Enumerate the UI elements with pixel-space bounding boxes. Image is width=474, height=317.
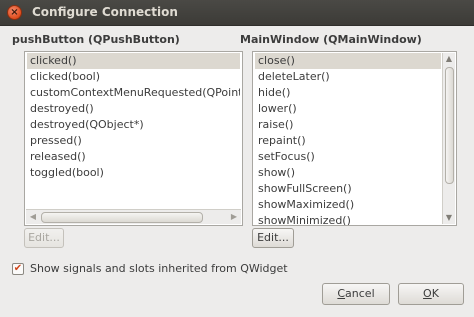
- arrow-left-icon[interactable]: ◀: [26, 210, 40, 224]
- signal-item[interactable]: clicked(bool): [27, 69, 240, 85]
- slots-list[interactable]: close() deleteLater() hide() lower() rai…: [252, 51, 457, 226]
- slot-item[interactable]: show(): [255, 165, 441, 181]
- slot-item[interactable]: deleteLater(): [255, 69, 441, 85]
- slot-item[interactable]: repaint(): [255, 133, 441, 149]
- scrollbar-thumb[interactable]: [445, 67, 454, 184]
- close-icon[interactable]: ×: [7, 5, 22, 20]
- signal-item[interactable]: released(): [27, 149, 240, 165]
- check-icon: ✔: [13, 263, 23, 274]
- signals-edit-button[interactable]: Edit...: [24, 228, 64, 248]
- signal-item[interactable]: pressed(): [27, 133, 240, 149]
- ok-button[interactable]: OK: [398, 283, 464, 305]
- slots-edit-button[interactable]: Edit...: [252, 228, 294, 248]
- slot-item[interactable]: showMaximized(): [255, 197, 441, 213]
- arrow-right-icon[interactable]: ▶: [227, 210, 241, 224]
- title-bar: × Configure Connection: [0, 0, 474, 26]
- slot-item[interactable]: showMinimized(): [255, 213, 441, 225]
- cancel-button[interactable]: Cancel: [322, 283, 390, 305]
- scrollbar-thumb[interactable]: [41, 212, 203, 223]
- cancel-mnemonic: C: [337, 287, 346, 300]
- arrow-up-icon[interactable]: ▲: [443, 53, 455, 65]
- cancel-label-rest: ancel: [345, 287, 375, 300]
- inherit-checkbox[interactable]: ✔: [12, 263, 24, 275]
- window-title: Configure Connection: [32, 5, 178, 19]
- slots-header: MainWindow (QMainWindow): [240, 33, 422, 46]
- ok-label-rest: K: [431, 287, 439, 300]
- inherit-checkbox-label[interactable]: Show signals and slots inherited from QW…: [30, 262, 288, 275]
- signals-list[interactable]: clicked() clicked(bool) customContextMen…: [24, 51, 243, 226]
- arrow-down-icon[interactable]: ▼: [443, 212, 455, 224]
- signal-item[interactable]: clicked(): [27, 53, 240, 69]
- slot-item[interactable]: hide(): [255, 85, 441, 101]
- slots-vertical-scrollbar[interactable]: ▲ ▼: [442, 53, 455, 224]
- slot-item[interactable]: showFullScreen(): [255, 181, 441, 197]
- signal-item[interactable]: destroyed(): [27, 101, 240, 117]
- signals-header: pushButton (QPushButton): [12, 33, 180, 46]
- signal-item[interactable]: customContextMenuRequested(QPoint): [27, 85, 240, 101]
- slot-item[interactable]: setFocus(): [255, 149, 441, 165]
- slot-item[interactable]: lower(): [255, 101, 441, 117]
- signals-horizontal-scrollbar[interactable]: ◀ ▶: [26, 209, 241, 224]
- slot-item[interactable]: raise(): [255, 117, 441, 133]
- signal-item[interactable]: destroyed(QObject*): [27, 117, 240, 133]
- slot-item[interactable]: close(): [255, 53, 441, 69]
- ok-mnemonic: O: [423, 287, 432, 300]
- signal-item[interactable]: toggled(bool): [27, 165, 240, 181]
